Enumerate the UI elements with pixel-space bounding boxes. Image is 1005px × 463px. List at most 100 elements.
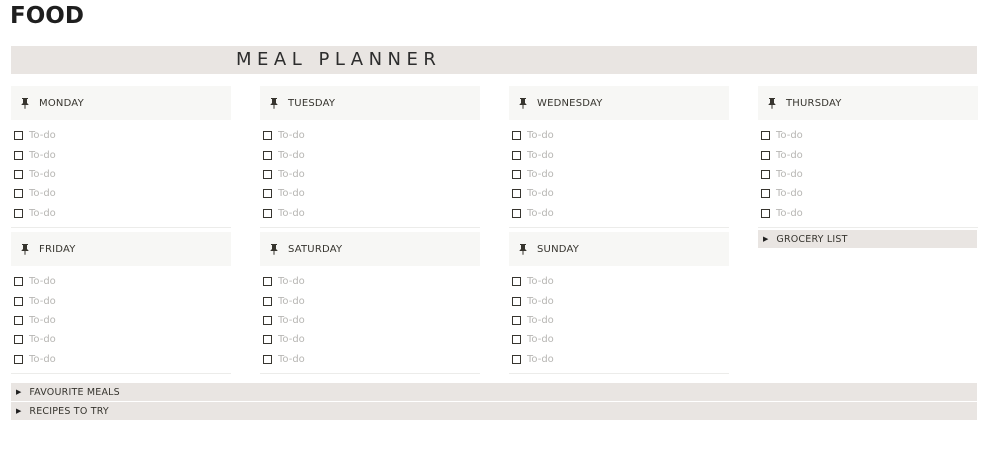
day-label: THURSDAY [786,97,842,109]
todo-placeholder[interactable]: To-do [776,208,803,219]
todo-checkbox[interactable] [761,169,770,179]
todo-checkbox[interactable] [263,189,272,199]
day-label: FRIDAY [39,243,76,255]
todo-placeholder[interactable]: To-do [29,188,56,199]
todo-placeholder[interactable]: To-do [527,276,554,287]
todo-checkbox[interactable] [14,315,23,325]
todo-item: To-do [260,311,480,330]
todo-placeholder[interactable]: To-do [527,334,554,345]
day-header[interactable]: SUNDAY [509,232,729,266]
day-label: SUNDAY [537,243,580,255]
todo-placeholder[interactable]: To-do [527,188,554,199]
todo-placeholder[interactable]: To-do [278,334,305,345]
todo-item: To-do [260,145,480,164]
todo-checkbox[interactable] [14,169,23,179]
todo-placeholder[interactable]: To-do [29,208,56,219]
todo-placeholder[interactable]: To-do [527,354,554,365]
todo-checkbox[interactable] [14,296,23,306]
todo-placeholder[interactable]: To-do [278,130,305,141]
day-header[interactable]: TUESDAY [260,86,480,120]
todo-checkbox[interactable] [761,208,770,218]
todo-checkbox[interactable] [512,131,521,141]
todo-checkbox[interactable] [263,335,272,345]
day-label: SATURDAY [288,243,343,255]
todo-placeholder[interactable]: To-do [776,188,803,199]
todo-placeholder[interactable]: To-do [527,169,554,180]
triangle-right-icon: ▶ [16,388,22,396]
todo-placeholder[interactable]: To-do [29,169,56,180]
todo-checkbox[interactable] [761,131,770,141]
day-header[interactable]: MONDAY [11,86,231,120]
todo-placeholder[interactable]: To-do [527,296,554,307]
todo-checkbox[interactable] [263,315,272,325]
todo-item: To-do [11,126,231,145]
todo-checkbox[interactable] [512,208,521,218]
todo-checkbox[interactable] [14,189,23,199]
todo-checkbox[interactable] [14,277,23,287]
todo-checkbox[interactable] [512,169,521,179]
todo-checkbox[interactable] [14,131,23,141]
todo-checkbox[interactable] [263,131,272,141]
todo-placeholder[interactable]: To-do [278,315,305,326]
todo-item: To-do [260,204,480,223]
todo-placeholder[interactable]: To-do [29,130,56,141]
todo-checkbox[interactable] [263,208,272,218]
recipes-to-try-toggle[interactable]: ▶ RECIPES TO TRY [11,402,977,420]
grocery-list-toggle[interactable]: ▶ GROCERY LIST [758,230,977,248]
todo-item: To-do [758,204,978,223]
todo-placeholder[interactable]: To-do [278,208,305,219]
todo-placeholder[interactable]: To-do [527,315,554,326]
pushpin-icon [519,98,527,109]
todo-checkbox[interactable] [14,335,23,345]
todo-placeholder[interactable]: To-do [527,208,554,219]
day-card-wednesday: WEDNESDAY To-do To-do To-do To-do To-do [509,86,729,228]
todo-checkbox[interactable] [263,277,272,287]
favourite-meals-toggle[interactable]: ▶ FAVOURITE MEALS [11,383,977,401]
pushpin-icon [21,244,29,255]
todo-checkbox[interactable] [512,277,521,287]
day-header[interactable]: SATURDAY [260,232,480,266]
todo-placeholder[interactable]: To-do [776,169,803,180]
todo-item: To-do [11,350,231,369]
todo-placeholder[interactable]: To-do [278,276,305,287]
todo-placeholder[interactable]: To-do [29,354,56,365]
todo-checkbox[interactable] [14,150,23,160]
day-header[interactable]: FRIDAY [11,232,231,266]
todo-placeholder[interactable]: To-do [29,315,56,326]
day-header[interactable]: THURSDAY [758,86,978,120]
todo-checkbox[interactable] [263,169,272,179]
todo-placeholder[interactable]: To-do [29,334,56,345]
todo-placeholder[interactable]: To-do [527,150,554,161]
todo-placeholder[interactable]: To-do [29,150,56,161]
todo-checkbox[interactable] [14,208,23,218]
todo-checkbox[interactable] [512,335,521,345]
todo-item: To-do [758,165,978,184]
todo-item: To-do [260,272,480,291]
todo-placeholder[interactable]: To-do [776,150,803,161]
todo-checkbox[interactable] [263,354,272,364]
todo-checkbox[interactable] [14,354,23,364]
todo-item: To-do [260,330,480,349]
todo-placeholder[interactable]: To-do [29,296,56,307]
todo-placeholder[interactable]: To-do [776,130,803,141]
todo-checkbox[interactable] [263,296,272,306]
todo-placeholder[interactable]: To-do [527,130,554,141]
todo-checkbox[interactable] [512,189,521,199]
todo-checkbox[interactable] [512,296,521,306]
todo-checkbox[interactable] [761,150,770,160]
todo-placeholder[interactable]: To-do [278,296,305,307]
meal-planner-banner: MEAL PLANNER [11,46,977,74]
todo-checkbox[interactable] [512,150,521,160]
todo-checkbox[interactable] [761,189,770,199]
todo-placeholder[interactable]: To-do [278,169,305,180]
todo-item: To-do [11,311,231,330]
todo-placeholder[interactable]: To-do [278,354,305,365]
todo-placeholder[interactable]: To-do [278,188,305,199]
todo-placeholder[interactable]: To-do [278,150,305,161]
todo-placeholder[interactable]: To-do [29,276,56,287]
todo-checkbox[interactable] [512,315,521,325]
todo-item: To-do [509,126,729,145]
todo-checkbox[interactable] [263,150,272,160]
day-header[interactable]: WEDNESDAY [509,86,729,120]
todo-checkbox[interactable] [512,354,521,364]
